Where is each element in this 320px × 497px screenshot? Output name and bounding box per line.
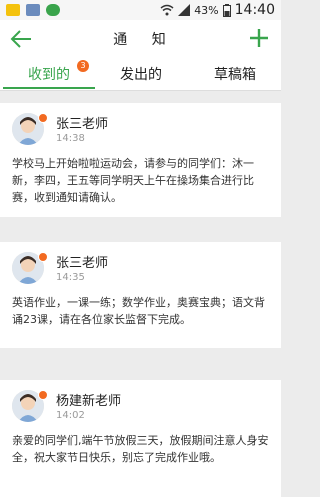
- warning-icon: [6, 4, 20, 16]
- message-card[interactable]: 张三老师 14:38 学校马上开始啦啦运动会，请参与的同学们：沐一新，李四，王五…: [0, 103, 281, 217]
- sender-name: 张三老师: [56, 256, 109, 271]
- wechat-icon: [46, 4, 60, 16]
- tab-sent[interactable]: 发出的: [120, 64, 162, 84]
- message-content: 亲爱的同学们,端午节放假三天，放假期间注意人身安全，祝大家节日快乐，别忘了完成作…: [12, 434, 269, 464]
- signal-icon: [178, 4, 191, 16]
- wifi-icon: [160, 4, 174, 16]
- unread-dot: [38, 252, 48, 262]
- unread-dot: [38, 113, 48, 123]
- photo-icon: [26, 4, 40, 16]
- sender-name: 杨建新老师: [56, 394, 122, 409]
- status-bar: 43% 14:40: [0, 0, 281, 20]
- message-content: 学校马上开始啦啦运动会，请参与的同学们：沐一新，李四，王五等同学明天上午在操场集…: [12, 157, 254, 204]
- battery-percent: 43%: [194, 3, 219, 17]
- tab-sent-label: 发出的: [120, 67, 162, 83]
- message-time: 14:02: [56, 410, 85, 421]
- message-card[interactable]: 杨建新老师 14:02 亲爱的同学们,端午节放假三天，放假期间注意人身安全，祝大…: [0, 380, 281, 497]
- tab-drafts[interactable]: 草稿箱: [214, 64, 256, 84]
- unread-badge: 3: [77, 60, 89, 72]
- page-title: 通 知: [113, 32, 176, 48]
- message-time: 14:38: [56, 133, 85, 144]
- message-time: 14:35: [56, 272, 85, 283]
- tab-bar: 收到的 3 发出的 草稿箱: [0, 58, 281, 91]
- header-bar: 通 知: [0, 20, 281, 58]
- message-content: 英语作业，一课一练；数学作业，奥赛宝典；语文背诵23课，请在各位家长监督下完成。: [12, 296, 265, 326]
- message-card[interactable]: 张三老师 14:35 英语作业，一课一练；数学作业，奥赛宝典；语文背诵23课，请…: [0, 242, 281, 348]
- tab-received-label: 收到的: [28, 67, 70, 83]
- active-tab-indicator: [3, 87, 95, 89]
- battery-icon: [222, 3, 231, 17]
- sender-name: 张三老师: [56, 117, 109, 132]
- clock: 14:40: [234, 2, 275, 18]
- tab-drafts-label: 草稿箱: [214, 67, 256, 83]
- unread-dot: [38, 390, 48, 400]
- plus-icon[interactable]: [249, 28, 269, 48]
- tab-received[interactable]: 收到的: [28, 64, 70, 84]
